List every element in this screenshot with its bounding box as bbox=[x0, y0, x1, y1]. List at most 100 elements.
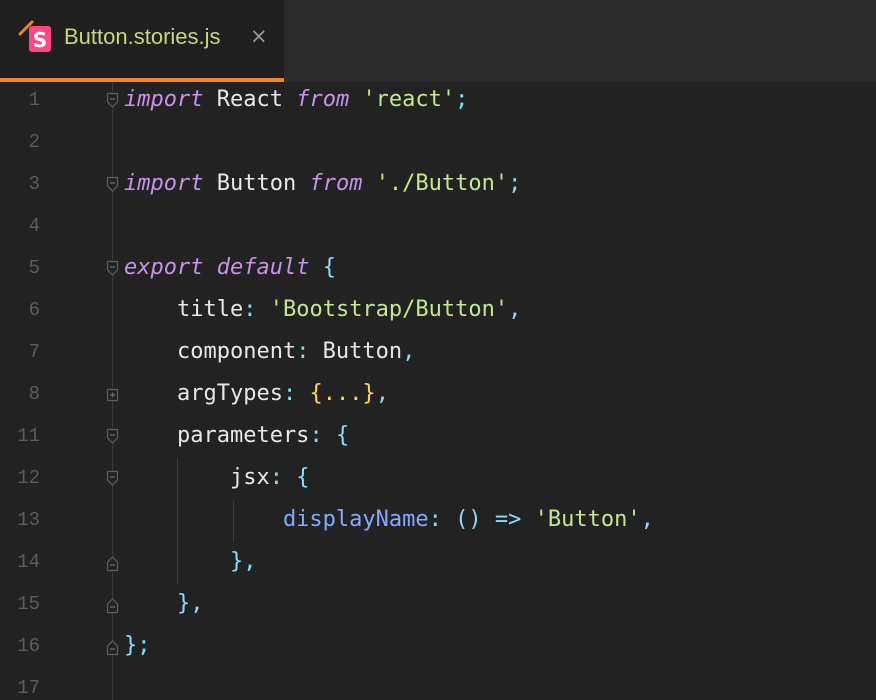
code-token: export bbox=[124, 255, 204, 280]
code-token: jsx bbox=[124, 465, 270, 490]
tab-button-stories[interactable]: S Button.stories.js × bbox=[0, 0, 284, 82]
code-token: default bbox=[216, 255, 310, 280]
code-token: , bbox=[243, 549, 257, 574]
code-token: ; bbox=[137, 633, 151, 658]
code-editor[interactable]: 1 import React from 'react'; 2 3 import Butt… bbox=[0, 82, 876, 700]
code-token: } bbox=[124, 549, 244, 574]
code-line[interactable]: 8 argTypes: {...}, bbox=[0, 374, 876, 416]
tab-title: Button.stories.js bbox=[64, 24, 221, 49]
fold-open-icon[interactable] bbox=[106, 428, 119, 446]
code-token: } bbox=[124, 633, 138, 658]
code-token: : bbox=[428, 507, 442, 532]
code-token: () bbox=[455, 507, 482, 532]
code-line[interactable]: 2 bbox=[0, 122, 876, 164]
code-line[interactable]: 12 jsx: { bbox=[0, 458, 876, 500]
line-number: 1 bbox=[28, 89, 40, 111]
line-number: 12 bbox=[17, 467, 40, 489]
close-icon[interactable]: × bbox=[250, 24, 268, 48]
code-line[interactable]: 11 parameters: { bbox=[0, 416, 876, 458]
code-line[interactable]: 15 }, bbox=[0, 584, 876, 626]
code-token: argTypes bbox=[124, 381, 283, 406]
code-line[interactable]: 4 bbox=[0, 206, 876, 248]
code-text: parameters: { bbox=[124, 422, 349, 450]
code-token: , bbox=[402, 339, 416, 364]
line-number: 13 bbox=[17, 509, 40, 531]
line-number: 5 bbox=[28, 257, 40, 279]
code-token: : bbox=[269, 465, 283, 490]
code-text: argTypes: {...}, bbox=[124, 380, 389, 408]
code-token: './Button' bbox=[375, 171, 509, 196]
code-token: { bbox=[335, 423, 350, 448]
code-token: : bbox=[282, 381, 297, 406]
code-token: : bbox=[309, 423, 323, 448]
code-token: ; bbox=[455, 87, 469, 112]
code-line[interactable]: 1 import React from 'react'; bbox=[0, 82, 876, 122]
code-token: { bbox=[322, 255, 336, 280]
code-token: {...} bbox=[309, 381, 376, 406]
code-text: }, bbox=[124, 590, 204, 618]
code-token: title bbox=[124, 297, 244, 322]
code-token: Button bbox=[203, 171, 310, 196]
fold-open-icon[interactable] bbox=[106, 470, 119, 488]
code-text: jsx: { bbox=[124, 464, 310, 492]
code-token: { bbox=[296, 465, 310, 490]
fold-end-icon[interactable] bbox=[106, 554, 119, 572]
code-token: => bbox=[494, 507, 522, 532]
code-token: component bbox=[124, 339, 297, 364]
code-line[interactable]: 14 }, bbox=[0, 542, 876, 584]
code-text: import React from 'react'; bbox=[124, 86, 468, 114]
line-number: 8 bbox=[28, 383, 40, 405]
code-token: , bbox=[375, 381, 389, 406]
code-line[interactable]: 7 component: Button, bbox=[0, 332, 876, 374]
code-token: from bbox=[296, 87, 350, 112]
fold-open-icon[interactable] bbox=[106, 176, 119, 194]
code-token: : bbox=[296, 339, 310, 364]
fold-end-icon[interactable] bbox=[106, 638, 119, 656]
code-line[interactable]: 6 title: 'Bootstrap/Button', bbox=[0, 290, 876, 332]
line-number: 16 bbox=[17, 635, 40, 657]
code-token: , bbox=[640, 507, 654, 532]
code-token: parameters bbox=[124, 423, 310, 448]
code-line[interactable]: 13 displayName: () => 'Button', bbox=[0, 500, 876, 542]
code-text: export default { bbox=[124, 254, 336, 282]
code-text: displayName: () => 'Button', bbox=[124, 506, 654, 534]
fold-end-icon[interactable] bbox=[106, 596, 119, 614]
line-number: 6 bbox=[28, 299, 40, 321]
code-line[interactable]: 16}; bbox=[0, 626, 876, 668]
code-token: import bbox=[124, 87, 204, 112]
line-number: 14 bbox=[17, 551, 40, 573]
code-token: , bbox=[508, 297, 522, 322]
fold-open-icon[interactable] bbox=[106, 260, 119, 278]
code-token: from bbox=[309, 171, 363, 196]
fold-expand-icon[interactable] bbox=[106, 386, 119, 404]
code-token: } bbox=[124, 591, 191, 616]
code-token: , bbox=[190, 591, 204, 616]
tab-bar: S Button.stories.js × bbox=[0, 0, 876, 82]
code-token: import bbox=[124, 171, 204, 196]
code-text: }, bbox=[124, 548, 257, 576]
line-number: 11 bbox=[17, 425, 40, 447]
line-number: 15 bbox=[17, 593, 40, 615]
code-line[interactable]: 3 import Button from './Button'; bbox=[0, 164, 876, 206]
code-token: 'Button' bbox=[534, 507, 641, 532]
line-number: 17 bbox=[17, 677, 40, 699]
code-line[interactable]: 5 export default { bbox=[0, 248, 876, 290]
code-token: : bbox=[243, 297, 257, 322]
line-number: 4 bbox=[28, 215, 40, 237]
code-token: ; bbox=[508, 171, 522, 196]
code-token: Button bbox=[309, 339, 403, 364]
code-line[interactable]: 17 bbox=[0, 668, 876, 700]
fold-open-icon[interactable] bbox=[106, 92, 119, 110]
line-number: 3 bbox=[28, 173, 40, 195]
